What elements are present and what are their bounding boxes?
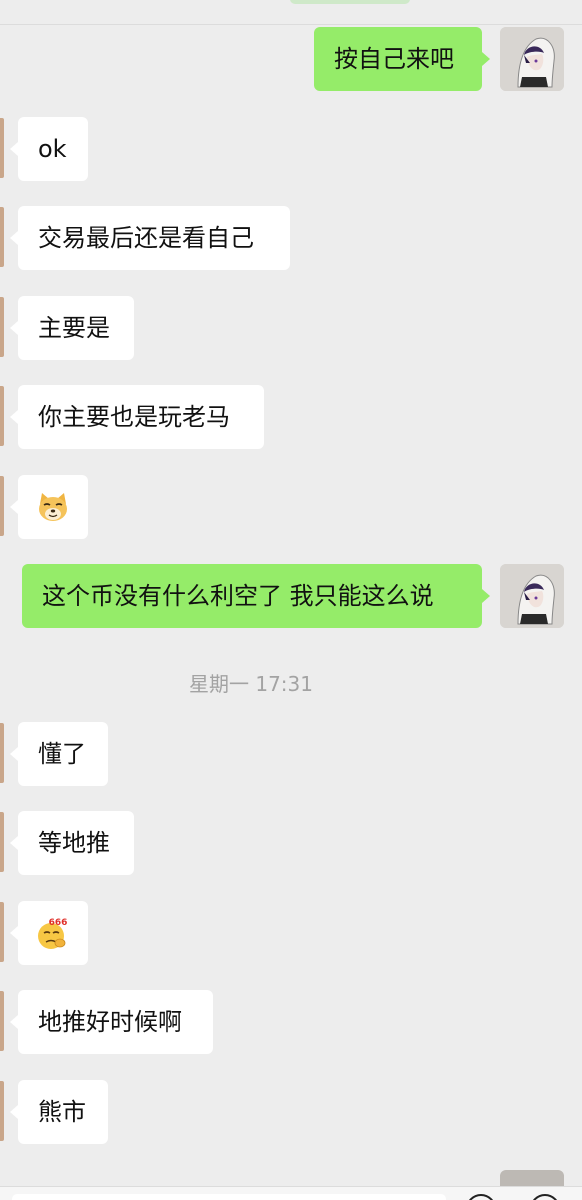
- message-text: 按自己来吧: [334, 45, 454, 73]
- my-avatar[interactable]: [500, 564, 564, 628]
- contact-avatar-edge: [0, 297, 4, 357]
- contact-avatar-edge: [0, 118, 4, 178]
- message-bubble-incoming[interactable]: 熊市: [10, 1080, 108, 1144]
- message-bubble-incoming[interactable]: 地推好时候啊: [10, 990, 213, 1054]
- message-bubble-incoming[interactable]: ok: [10, 117, 88, 181]
- message-bubble-emoji[interactable]: [10, 475, 88, 539]
- avatar-icon: [500, 564, 564, 628]
- message-text: 地推好时候啊: [38, 1008, 182, 1036]
- message-bubble-outgoing[interactable]: 这个币没有什么利空了 我只能这么说: [22, 564, 490, 628]
- avatar-icon: [500, 27, 564, 91]
- message-bubble-incoming[interactable]: 主要是: [10, 296, 134, 360]
- message-text: 熊市: [38, 1098, 86, 1126]
- message-text: 你主要也是玩老马: [38, 403, 230, 431]
- contact-avatar-edge: [0, 902, 4, 962]
- message-text: 交易最后还是看自己: [38, 224, 254, 252]
- top-bar: [0, 0, 582, 25]
- contact-avatar-edge: [0, 723, 4, 783]
- message-bubble-incoming[interactable]: 交易最后还是看自己: [10, 206, 290, 270]
- contact-avatar-edge: [0, 386, 4, 446]
- doge-icon: [39, 493, 67, 521]
- message-text: 这个币没有什么利空了 我只能这么说: [42, 582, 434, 610]
- 666-emoji-icon: 666: [38, 918, 68, 949]
- contact-avatar-edge: [0, 991, 4, 1051]
- message-bubble-incoming[interactable]: 懂了: [10, 722, 108, 786]
- message-input[interactable]: [12, 1194, 446, 1200]
- emoji-666-label: 666: [49, 918, 68, 928]
- message-bubble-incoming[interactable]: 你主要也是玩老马: [10, 385, 264, 449]
- message-text: 主要是: [38, 314, 110, 342]
- message-bubble-emoji[interactable]: 666: [10, 901, 88, 965]
- message-text: ok: [38, 135, 67, 163]
- message-text: 等地推: [38, 829, 110, 857]
- message-bubble-incoming[interactable]: 等地推: [10, 811, 134, 875]
- contact-avatar-edge: [0, 207, 4, 267]
- contact-avatar-edge: [0, 476, 4, 536]
- contact-avatar-edge: [0, 1081, 4, 1141]
- chat-screen: 按自己来吧 ok 交易最后还是看自己 主要是 你主要也是玩老马 这个币没有什么利…: [0, 0, 582, 1200]
- message-text: 懂了: [38, 740, 86, 768]
- top-indicator: [290, 0, 410, 4]
- message-timestamp: 星期一 17:31: [189, 672, 313, 696]
- message-bubble-outgoing[interactable]: 按自己来吧: [314, 27, 490, 91]
- contact-avatar-edge: [0, 812, 4, 872]
- my-avatar[interactable]: [500, 27, 564, 91]
